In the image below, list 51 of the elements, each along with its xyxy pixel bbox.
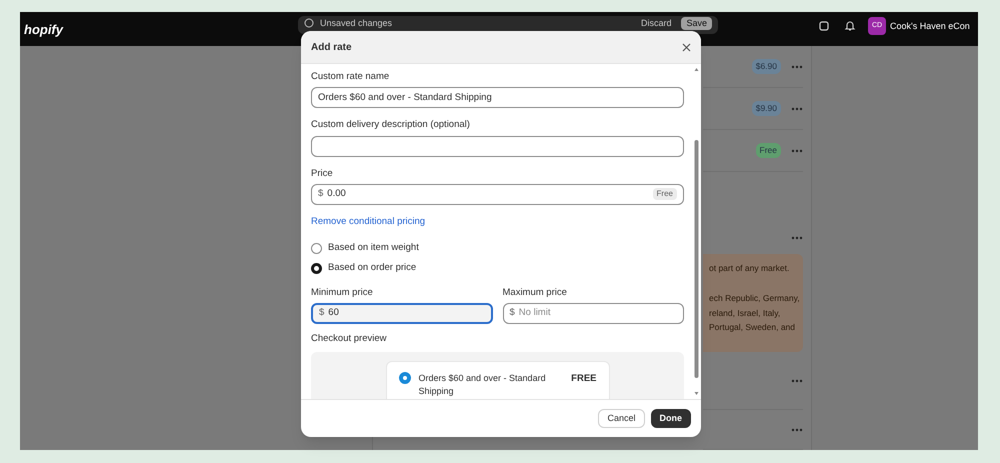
close-icon[interactable] bbox=[682, 42, 691, 52]
banner-text: ot part of any market. bbox=[709, 262, 790, 275]
input-field[interactable]: Orders $60 and over - Standard Shipping bbox=[311, 87, 684, 108]
field-placeholder: No limit bbox=[518, 306, 550, 320]
bell-icon[interactable] bbox=[844, 20, 856, 32]
dialog-title: Add rate bbox=[311, 40, 352, 54]
section-label: Checkout preview bbox=[311, 332, 388, 346]
banner-text: ech Republic, Germany, bbox=[709, 292, 801, 304]
option-price: FREE bbox=[571, 372, 596, 386]
status-text: Unsaved changes bbox=[320, 18, 392, 29]
info-icon bbox=[304, 18, 314, 28]
currency-prefix: $ bbox=[318, 187, 324, 202]
input-field[interactable] bbox=[311, 136, 684, 156]
banner-text: Portugal, Sweden, and bbox=[709, 321, 796, 334]
option-name: Orders $60 and over - Standard Shipping bbox=[418, 372, 547, 398]
currency-prefix: $ bbox=[510, 306, 515, 320]
free-tag: Free bbox=[652, 188, 677, 200]
save-button[interactable]: Save bbox=[681, 17, 712, 30]
price-badge: $9.90 bbox=[752, 101, 781, 116]
more-icon[interactable] bbox=[791, 106, 803, 110]
price-badge: Free bbox=[756, 143, 781, 158]
store-name: Cook's Haven eCon bbox=[890, 20, 970, 33]
radio-label: Based on order price bbox=[328, 261, 416, 276]
cancel-button[interactable]: Cancel bbox=[598, 409, 644, 428]
radio-button[interactable] bbox=[311, 242, 322, 254]
store-icon[interactable] bbox=[818, 20, 830, 32]
input-field[interactable]: $ 60 bbox=[311, 302, 492, 324]
more-icon[interactable] bbox=[791, 378, 803, 382]
price-badge: $6.90 bbox=[752, 59, 781, 74]
field-label: Maximum price bbox=[502, 286, 568, 300]
field-value: Orders $60 and over - Standard Shipping bbox=[318, 90, 492, 105]
input-field[interactable]: $ 0.00 Free bbox=[311, 184, 684, 205]
discard-button[interactable]: Discard bbox=[636, 18, 676, 29]
remove-conditional-pricing-link[interactable]: Remove conditional pricing bbox=[311, 214, 426, 229]
banner-text: reland, Israel, Italy, bbox=[709, 306, 782, 320]
input-field[interactable]: $ No limit bbox=[502, 302, 684, 324]
more-icon[interactable] bbox=[791, 428, 803, 432]
field-label: Custom rate name bbox=[311, 70, 390, 84]
field-label: Price bbox=[311, 166, 334, 180]
more-icon[interactable] bbox=[791, 148, 803, 152]
radio-button[interactable] bbox=[311, 262, 322, 274]
field-value: 0.00 bbox=[327, 187, 346, 202]
more-icon[interactable] bbox=[791, 64, 803, 68]
currency-prefix: $ bbox=[319, 306, 324, 320]
logo: hopify bbox=[24, 21, 64, 39]
field-label: Minimum price bbox=[311, 286, 374, 300]
field-value: 60 bbox=[328, 306, 339, 320]
radio-label: Based on item weight bbox=[328, 241, 419, 255]
field-label: Custom delivery description (optional) bbox=[311, 118, 471, 132]
more-icon[interactable] bbox=[791, 236, 803, 240]
done-button[interactable]: Done bbox=[650, 409, 691, 428]
